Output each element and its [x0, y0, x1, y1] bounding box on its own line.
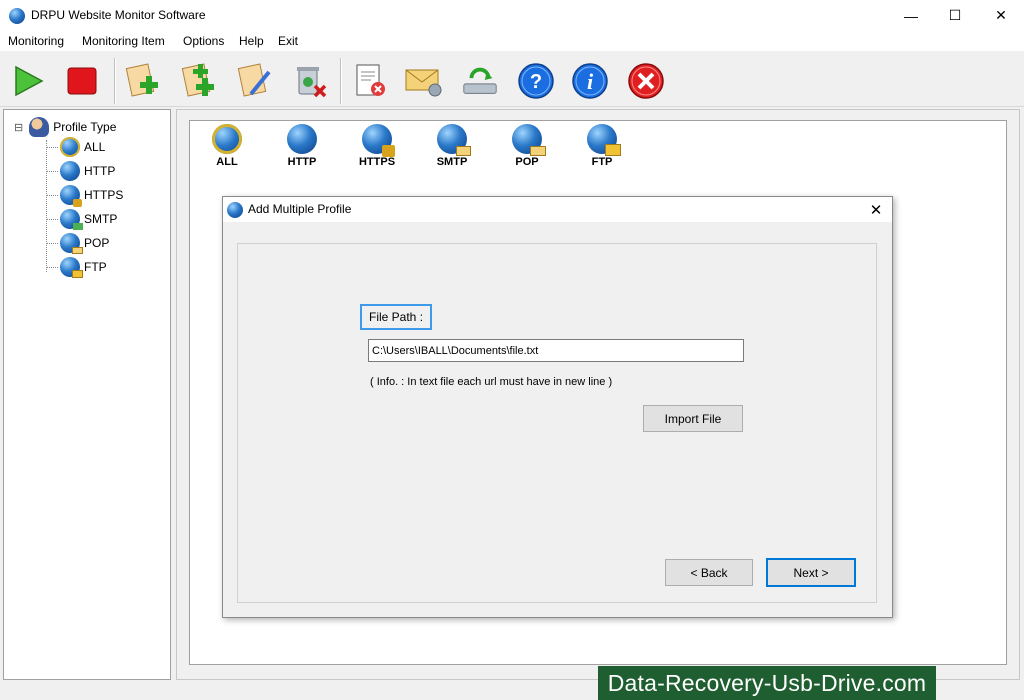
globe-mail-icon [512, 124, 546, 156]
exit-button[interactable] [626, 61, 666, 101]
report-icon [356, 64, 385, 96]
tree-item-pop[interactable]: POP [46, 232, 166, 254]
tree-item-label: SMTP [84, 212, 118, 226]
email-settings-icon [405, 69, 442, 97]
protocol-ftp[interactable]: FTP [572, 124, 632, 168]
exit-icon [628, 63, 664, 99]
dialog-title-bar: Add Multiple Profile ✕ [223, 197, 892, 222]
collapse-icon[interactable]: ⊟ [14, 121, 23, 134]
tree-item-ftp[interactable]: FTP [46, 256, 166, 278]
report-button[interactable] [350, 61, 390, 101]
menu-options[interactable]: Options [183, 34, 224, 48]
globe-http-icon [287, 124, 317, 154]
dialog-close-button[interactable]: ✕ [863, 199, 889, 221]
delete-profile-icon [297, 67, 327, 98]
profile-type-tree: ⊟ Profile Type ALL HTTP HTTPS SMTP POP F… [3, 109, 171, 680]
help-button[interactable]: ? [516, 61, 556, 101]
add-multiple-profile-button[interactable] [180, 61, 220, 101]
protocol-label: FTP [591, 156, 613, 168]
protocol-label: HTTP [287, 156, 317, 168]
stop-button[interactable] [62, 61, 102, 101]
globe-lock-icon [60, 185, 82, 207]
toolbar-separator [114, 58, 116, 104]
globe-lock-icon [362, 124, 395, 157]
maximize-button[interactable]: ☐ [932, 0, 978, 31]
protocol-label: SMTP [436, 156, 468, 168]
menu-exit[interactable]: Exit [278, 34, 298, 48]
tree-item-label: ALL [84, 140, 106, 154]
protocol-label: HTTPS [358, 156, 396, 168]
edit-profile-button[interactable] [236, 61, 276, 101]
help-icon: ? [518, 63, 554, 99]
info-icon: i [572, 63, 608, 99]
email-settings-button[interactable] [404, 61, 444, 101]
update-icon [463, 67, 497, 94]
globe-all-icon [212, 124, 242, 154]
next-button[interactable]: Next > [766, 558, 856, 587]
globe-mail-icon [60, 233, 83, 254]
tree-item-http[interactable]: HTTP [46, 160, 166, 182]
globe-http-icon [60, 161, 80, 181]
title-bar: DRPU Website Monitor Software — ☐ ✕ [0, 0, 1024, 31]
toolbar: ? i [0, 52, 1024, 107]
toolbar-separator [340, 58, 342, 104]
update-button[interactable] [460, 61, 500, 101]
edit-profile-icon [237, 63, 271, 97]
users-icon [29, 117, 50, 137]
start-button[interactable] [8, 61, 48, 101]
delete-profile-button[interactable] [290, 61, 330, 101]
tree-root[interactable]: ⊟ Profile Type [14, 116, 164, 138]
add-multiple-profile-icon [181, 63, 214, 97]
protocol-label: POP [515, 156, 539, 168]
dialog-content-panel [237, 243, 877, 603]
protocol-all[interactable]: ALL [197, 124, 257, 168]
menu-monitoring-item[interactable]: Monitoring Item [82, 34, 165, 48]
protocol-pop[interactable]: POP [497, 124, 557, 168]
info-text: ( Info. : In text file each url must hav… [370, 376, 613, 388]
menu-bar: Monitoring Monitoring Item Options Help … [0, 31, 1024, 51]
minimize-button[interactable]: — [888, 0, 934, 31]
tree-item-smtp[interactable]: SMTP [46, 208, 166, 230]
window-title: DRPU Website Monitor Software [31, 8, 206, 22]
tree-item-label: FTP [84, 260, 107, 274]
tree-item-label: HTTP [84, 164, 116, 178]
globe-smtp-icon [60, 209, 83, 230]
add-profile-icon [125, 63, 158, 97]
svg-text:?: ? [530, 71, 542, 93]
menu-help[interactable]: Help [239, 34, 264, 48]
about-button[interactable]: i [570, 61, 610, 101]
import-file-button[interactable]: Import File [643, 405, 743, 432]
watermark-banner: Data-Recovery-Usb-Drive.com [598, 666, 936, 700]
tree-item-label: POP [84, 236, 110, 250]
tree-item-https[interactable]: HTTPS [46, 184, 166, 207]
dialog-title: Add Multiple Profile [248, 202, 352, 216]
tree-item-label: HTTPS [84, 188, 124, 202]
globe-smtp-icon [437, 124, 471, 156]
protocol-label: ALL [216, 156, 238, 168]
close-window-button[interactable]: ✕ [978, 0, 1024, 31]
stop-icon [67, 67, 97, 95]
add-profile-button[interactable] [124, 61, 164, 101]
protocol-smtp[interactable]: SMTP [422, 124, 482, 168]
menu-monitoring[interactable]: Monitoring [8, 34, 64, 48]
app-globe-icon [9, 8, 25, 24]
svg-text:i: i [587, 69, 594, 94]
file-path-label: File Path : [360, 304, 432, 330]
globe-all-icon [60, 137, 80, 157]
protocol-https[interactable]: HTTPS [347, 124, 407, 168]
globe-folder-icon [587, 124, 621, 156]
start-icon [15, 65, 44, 97]
protocol-http[interactable]: HTTP [272, 124, 332, 168]
globe-folder-icon [60, 257, 83, 278]
dialog-globe-icon [227, 202, 243, 218]
tree-item-all[interactable]: ALL [46, 136, 166, 158]
tree-root-label: Profile Type [53, 120, 117, 134]
back-button[interactable]: < Back [665, 559, 753, 586]
file-path-input[interactable] [368, 339, 744, 362]
